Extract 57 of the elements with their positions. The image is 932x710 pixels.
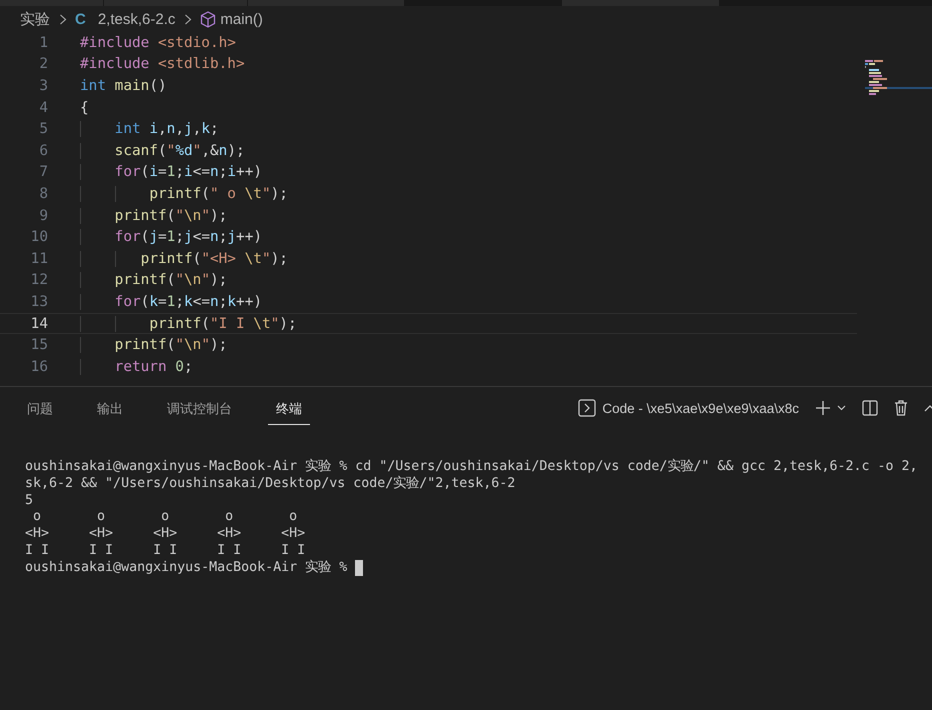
code-line: int i,n,j,k;	[80, 121, 219, 138]
terminal-line: <H> <H> <H> <H> <H>	[25, 526, 306, 543]
line-number: 3	[38, 78, 49, 94]
terminal-selector[interactable]: Code - \xe5\xae\x9e\xe9\xaa\x8c	[578, 399, 799, 417]
line-number: 15	[30, 337, 49, 354]
line-number: 12	[30, 272, 49, 288]
line-number: 10	[30, 229, 49, 246]
line-number: 9	[38, 208, 49, 224]
code-line: for(j=1;j<=n;j++)	[80, 229, 262, 246]
code-line: for(k=1;k<=n;k++)	[80, 294, 262, 310]
panel-tab[interactable]: 输出	[89, 394, 131, 424]
line-number: 2	[38, 56, 49, 72]
breadcrumb-item[interactable]: 实验	[20, 10, 50, 28]
code-line: printf("I I \t");	[80, 316, 297, 332]
terminal-line: oushinsakai@wangxinyus-MacBook-Air 实验 % cd "/Users/oushinsakai/Desktop/vs code/实验/" && gcc 2,tesk,6-2.c -o 2,	[25, 459, 918, 476]
chevron-down-icon[interactable]	[837, 405, 846, 411]
code-line: {	[80, 100, 89, 116]
cube-icon	[200, 10, 216, 28]
line-number: 8	[38, 186, 49, 202]
line-number: 4	[38, 100, 49, 116]
terminal-line: o o o o o	[32, 509, 298, 526]
code-line: printf("<H> \t");	[80, 250, 288, 267]
split-icon[interactable]	[862, 400, 878, 416]
terminal-line: 5	[25, 492, 34, 510]
panel-tab[interactable]: 问题	[19, 394, 61, 424]
code-line: int main()	[80, 78, 167, 94]
trash-icon[interactable]	[894, 400, 908, 416]
code-line: for(i=1;i<=n;i++)	[80, 164, 262, 180]
line-number: 6	[38, 142, 49, 159]
minimap-drawing	[865, 59, 932, 95]
chevron-right-icon	[184, 14, 192, 24]
breadcrumb-item[interactable]: main()	[220, 10, 263, 28]
plus-icon[interactable]	[815, 400, 831, 416]
terminal-line: oushinsakai@wangxinyus-MacBook-Air 实验 %	[25, 560, 348, 577]
line-number: 14	[30, 316, 49, 332]
code-line: printf(" o \t");	[80, 186, 288, 202]
code-line: printf("\n");	[80, 272, 228, 288]
code-line: printf("\n");	[80, 337, 228, 354]
panel-tab[interactable]: 调试控制台	[159, 394, 240, 424]
code-line: printf("\n");	[80, 208, 228, 224]
line-number: 1	[38, 34, 49, 51]
line-number: 7	[38, 164, 49, 180]
terminal-line: I I I I I I I I I I	[25, 542, 306, 560]
code-line: #include <stdio.h>	[80, 34, 236, 51]
chevron-right-icon	[59, 14, 67, 24]
code-line: return 0;	[80, 358, 193, 375]
code-line: #include <stdlib.h>	[80, 56, 245, 72]
panel-tab[interactable]: 终端	[268, 394, 310, 424]
line-number: 11	[30, 250, 49, 267]
line-number: 13	[30, 294, 49, 310]
line-number: 5	[38, 121, 49, 138]
c-file-icon: C	[75, 10, 86, 28]
terminal-line: sk,6-2 && "/Users/oushinsakai/Desktop/vs code/实验/"2,tesk,6-2	[25, 476, 516, 493]
breadcrumb-item[interactable]: 2,tesk,6-2.c	[98, 10, 176, 28]
terminal-icon	[578, 399, 596, 417]
line-number: 16	[30, 358, 49, 375]
code-line: scanf("%d",&n);	[80, 142, 245, 159]
